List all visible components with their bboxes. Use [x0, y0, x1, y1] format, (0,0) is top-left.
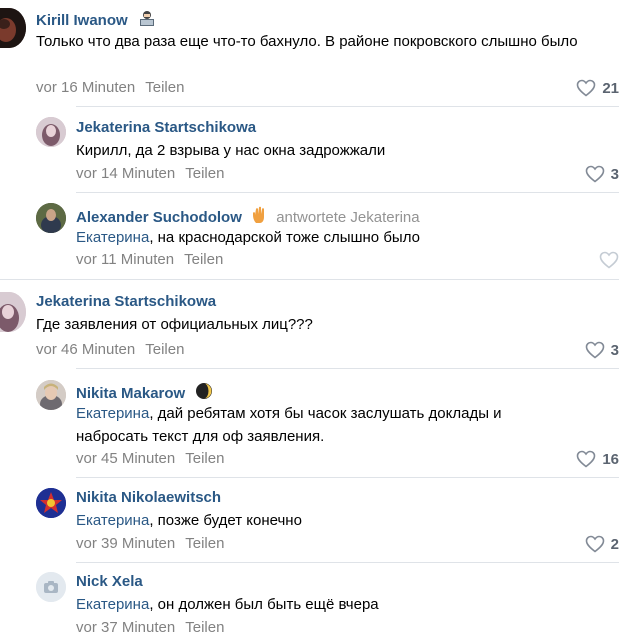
mention-link[interactable]: Екатерина	[76, 512, 149, 529]
divider	[0, 279, 619, 280]
share-button[interactable]: Teilen	[145, 341, 184, 358]
comment-meta: vor 37 Minuten Teilen	[76, 619, 224, 637]
divider	[76, 562, 619, 563]
author-name[interactable]: Kirill Iwanow	[36, 12, 128, 29]
like-count: 2	[610, 535, 619, 553]
comment-time[interactable]: vor 45 Minuten	[76, 450, 175, 467]
comment-meta: vor 45 Minuten Teilen	[76, 450, 224, 468]
share-button[interactable]: Teilen	[145, 79, 184, 96]
divider	[76, 477, 619, 478]
avatar[interactable]	[0, 8, 26, 48]
comment-text: Екатерина, дай ребятам хотя бы часок зас…	[76, 402, 556, 448]
mention-link[interactable]: Екатерина	[76, 596, 149, 613]
comment-time[interactable]: vor 11 Minuten	[76, 251, 174, 268]
replied-to-label[interactable]: antwortete Jekaterina	[276, 209, 419, 226]
avatar[interactable]	[36, 572, 66, 602]
heart-icon	[577, 79, 596, 97]
comment-text: Где заявления от официальных лиц???	[36, 316, 313, 333]
comment-author[interactable]: Jekaterina Startschikowa	[36, 293, 216, 311]
share-button[interactable]: Teilen	[185, 619, 224, 636]
like-count: 21	[602, 79, 619, 97]
comment-text: Екатерина, на краснодарской тоже слышно …	[76, 226, 606, 249]
comment-author[interactable]: Nikita Nikolaewitsch	[76, 489, 221, 507]
comment-text: Только что два раза еще что-то бахнуло. …	[36, 33, 578, 50]
share-button[interactable]: Teilen	[185, 450, 224, 467]
avatar[interactable]	[36, 488, 66, 518]
heart-icon	[585, 535, 604, 553]
like-button[interactable]: 21	[576, 78, 619, 98]
camera-placeholder-icon	[36, 572, 66, 602]
like-button[interactable]	[599, 250, 619, 270]
comment-meta: vor 39 Minuten Teilen	[76, 535, 224, 553]
comment-time[interactable]: vor 37 Minuten	[76, 619, 175, 636]
comment-meta: vor 14 Minuten Teilen	[76, 165, 224, 183]
comment-text: Кирилл, да 2 взрыва у нас окна задрожжал…	[76, 142, 386, 159]
comment-text: Екатерина, он должен был быть ещё вчера	[76, 593, 606, 616]
heart-icon	[585, 165, 604, 183]
author-name[interactable]: Nikita Makarow	[76, 385, 185, 402]
comment-author[interactable]: Kirill Iwanow	[36, 10, 156, 32]
like-count: 16	[602, 450, 619, 468]
avatar[interactable]	[0, 292, 26, 332]
comment-author[interactable]: Jekaterina Startschikowa	[76, 119, 256, 137]
avatar[interactable]	[36, 380, 66, 410]
like-button[interactable]: 16	[576, 449, 619, 469]
divider	[76, 192, 619, 193]
share-button[interactable]: Teilen	[184, 251, 223, 268]
like-button[interactable]: 3	[585, 340, 619, 360]
heart-icon	[585, 341, 604, 359]
comment-author[interactable]: Nick Xela	[76, 573, 143, 591]
comment-time[interactable]: vor 46 Minuten	[36, 341, 135, 358]
mention-link[interactable]: Екатерина	[76, 229, 149, 246]
mention-link[interactable]: Екатерина	[76, 405, 149, 422]
like-button[interactable]: 2	[585, 534, 619, 554]
technologist-emoji-icon	[138, 10, 156, 32]
heart-icon	[577, 450, 596, 468]
comment-text: Екатерина, позже будет конечно	[76, 509, 606, 532]
divider	[76, 106, 619, 107]
comment-meta: vor 46 Minuten Teilen	[36, 341, 184, 359]
like-button[interactable]: 3	[585, 164, 619, 184]
author-name[interactable]: Alexander Suchodolow	[76, 209, 242, 226]
like-count: 3	[610, 341, 619, 359]
divider	[76, 368, 619, 369]
like-count: 3	[610, 165, 619, 183]
comment-time[interactable]: vor 39 Minuten	[76, 535, 175, 552]
share-button[interactable]: Teilen	[185, 165, 224, 182]
avatar[interactable]	[36, 117, 66, 147]
comment-body: , он должен был быть ещё вчера	[149, 596, 379, 613]
comment-time[interactable]: vor 14 Minuten	[76, 165, 175, 182]
comment-meta: vor 16 Minuten Teilen	[36, 79, 184, 97]
heart-icon	[599, 251, 619, 269]
avatar[interactable]	[36, 203, 66, 233]
comment-body: , на краснодарской тоже слышно было	[149, 229, 420, 246]
share-button[interactable]: Teilen	[185, 535, 224, 552]
comment-time[interactable]: vor 16 Minuten	[36, 79, 135, 96]
comment-body: , позже будет конечно	[149, 512, 302, 529]
comment-meta: vor 11 Minuten Teilen	[76, 251, 223, 269]
